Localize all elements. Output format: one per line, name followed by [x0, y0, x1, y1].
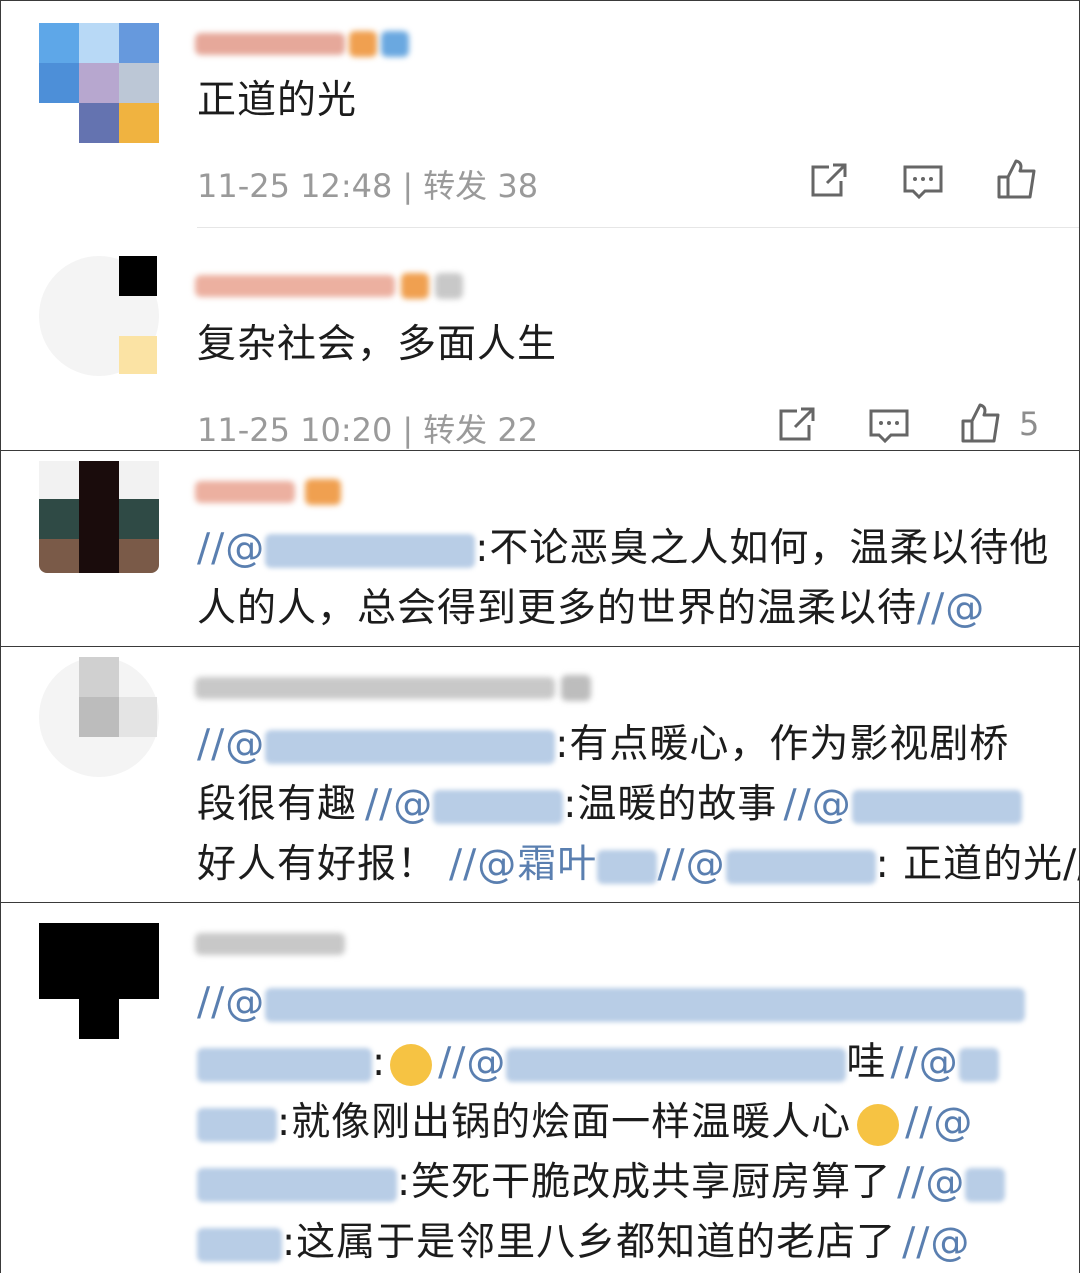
repost-panel: //@:不论恶臭之人如何，温柔以待他 人的人，总会得到更多的世界的温柔以待//@ [0, 450, 1080, 648]
avatar[interactable] [39, 923, 159, 1043]
comment-icon[interactable] [901, 159, 945, 203]
comment-time: 11-25 10:20 [197, 411, 393, 449]
divider [197, 227, 1079, 228]
comment-meta: 11-25 10:20 | 转发 22 [197, 411, 539, 449]
repost-text: :就像刚出锅的烩面一样温暖人心//@ [197, 1093, 973, 1153]
laugh-cry-emoji: : [372, 1040, 433, 1086]
repost-panel: //@ ://@ 哇//@ :就像刚出锅的烩面一样温暖人心//@ :笑死干脆改成共… [0, 902, 1080, 1273]
like-icon[interactable] [995, 157, 1039, 201]
comment-icon[interactable] [867, 403, 911, 447]
username[interactable] [195, 475, 355, 509]
share-icon[interactable] [775, 403, 819, 447]
comment-panel: 正道的光 11-25 12:48 | 转发 38 复杂社会，多面人生 11-25 1… [0, 0, 1080, 452]
repost-text: 好人有好报！//@霜叶//@: 正道的光// [197, 842, 1079, 887]
repost-text: :这属于是邻里八乡都知道的老店了//@ [197, 1213, 970, 1273]
repost-text: 段很有趣//@:温暖的故事//@ [197, 775, 1022, 835]
repost-count[interactable]: 转发 38 [423, 167, 538, 205]
repost-text: //@:不论恶臭之人如何，温柔以待他 [197, 526, 1050, 571]
repost-count[interactable]: 转发 22 [423, 411, 538, 449]
share-icon[interactable] [807, 159, 851, 203]
repost-text: //@:有点暖心，作为影视剧桥 [197, 722, 1010, 767]
comment-text: 正道的光 [197, 78, 358, 123]
comment-text: 复杂社会，多面人生 [197, 322, 558, 367]
username[interactable] [195, 927, 365, 961]
repost-text: 人的人，总会得到更多的世界的温柔以待//@ [197, 586, 986, 631]
repost-text: :笑死干脆改成共享厨房算了//@ [197, 1153, 1006, 1213]
avatar[interactable] [39, 256, 159, 376]
username[interactable] [195, 671, 615, 705]
username[interactable] [195, 269, 475, 303]
avatar[interactable] [39, 461, 159, 581]
avatar[interactable] [39, 23, 159, 143]
avatar[interactable] [39, 657, 159, 777]
comment-meta: 11-25 12:48 | 转发 38 [197, 167, 539, 205]
like-icon[interactable] [959, 401, 1003, 445]
repost-text: ://@ 哇//@ [197, 1033, 999, 1093]
repost-text: //@ [197, 973, 1026, 1033]
like-count: 5 [1019, 405, 1040, 443]
crying-emoji [857, 1103, 900, 1146]
repost-panel: //@:有点暖心，作为影视剧桥 段很有趣//@:温暖的故事//@ 好人有好报！ /… [0, 646, 1080, 904]
username[interactable] [195, 27, 415, 61]
comment-time: 11-25 12:48 [197, 167, 393, 205]
